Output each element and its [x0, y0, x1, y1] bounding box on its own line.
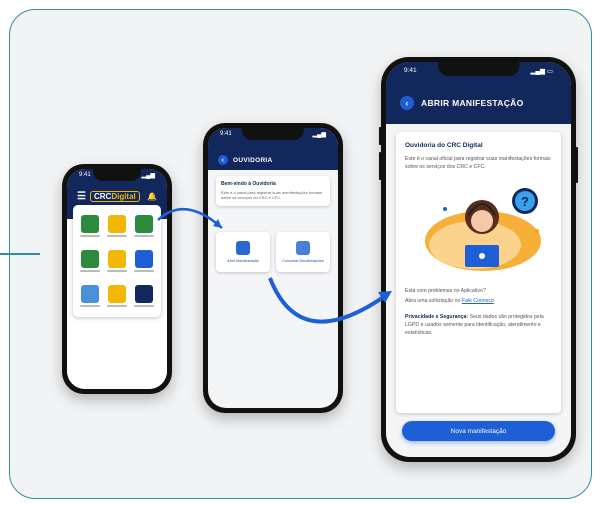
phone-notch [241, 128, 305, 140]
phone-notch [437, 62, 520, 76]
status-time: 9:41 [404, 67, 417, 74]
arrow-home-to-ouvidoria [157, 207, 223, 229]
signal-icon: ▂▄▆ [141, 173, 155, 179]
signal-icon: ▂▄▆ [312, 132, 326, 138]
arrow-ouvidoria-to-abrir [268, 277, 387, 324]
status-time: 9:41 [79, 172, 91, 178]
status-time: 9:41 [220, 131, 232, 137]
phone-notch [93, 169, 141, 181]
signal-icon: ▂▄▆ ▭ [530, 68, 553, 75]
